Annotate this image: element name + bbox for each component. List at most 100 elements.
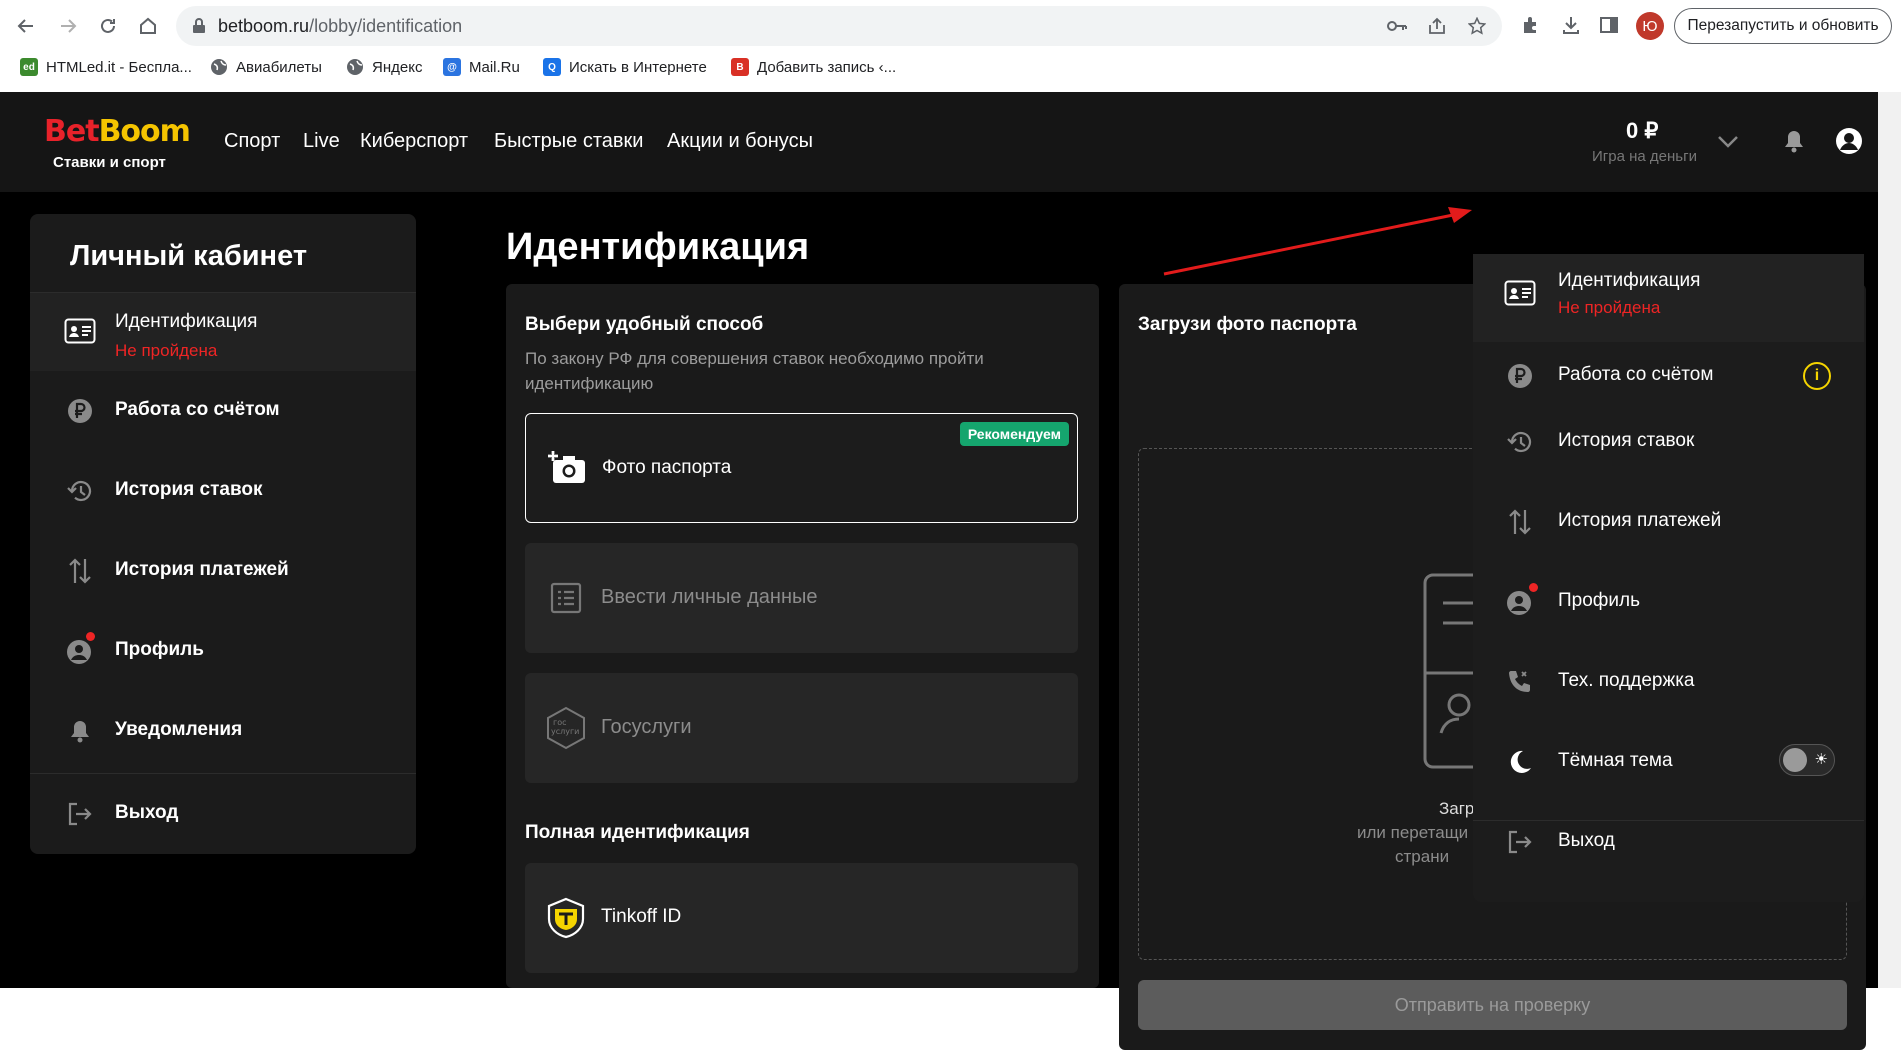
info-icon[interactable]: i [1803, 362, 1831, 390]
forward-icon[interactable] [54, 12, 82, 40]
recommended-badge: Рекомендуем [959, 422, 1069, 446]
sidebar-item-label: История ставок [115, 479, 263, 500]
lock-icon[interactable] [188, 15, 210, 37]
bookmark-htmled[interactable]: ed HTMLed.it - Беспла... [20, 58, 192, 76]
back-icon[interactable] [12, 12, 40, 40]
account-dropdown-menu: Идентификация Не пройдена Работа со счёт… [1473, 254, 1864, 902]
status-not-passed: Не пройдена [115, 341, 218, 360]
browser-profile-avatar[interactable]: Ю [1636, 12, 1664, 40]
bell-icon[interactable] [1780, 126, 1808, 156]
site-viewport: BetBoom Ставки и спорт Спорт Live Киберс… [0, 92, 1901, 1050]
download-icon[interactable] [1558, 12, 1584, 38]
dropdown-item-label: Выход [1558, 830, 1615, 851]
option-label: Tinkoff ID [601, 906, 682, 927]
bookmark-aviabilety[interactable]: Авиабилеты [210, 58, 322, 76]
balance-mode: Игра на деньги [1592, 148, 1697, 165]
sidebar-item-bet-history[interactable]: История ставок [30, 451, 416, 531]
chevron-down-icon[interactable] [1714, 128, 1742, 156]
id-card-icon [64, 315, 96, 347]
arrows-updown-icon [1503, 505, 1537, 539]
key-icon[interactable] [1386, 15, 1408, 37]
ruble-icon [1503, 359, 1537, 393]
dropdown-item-account[interactable]: Работа со счётом i [1473, 342, 1864, 422]
dropdown-item-bet-history[interactable]: История ставок [1473, 422, 1864, 502]
page-scrollbar[interactable] [1878, 92, 1901, 988]
divider [1473, 820, 1864, 821]
svg-text:услуги: услуги [551, 727, 579, 736]
sidebar-item-logout[interactable]: Выход [30, 774, 416, 854]
full-identification-title: Полная идентификация [525, 822, 750, 843]
blogger-icon: B [731, 58, 749, 76]
dropdown-item-identification[interactable]: Идентификация Не пройдена [1473, 254, 1864, 342]
arrows-updown-icon [64, 555, 96, 587]
extensions-icon[interactable] [1518, 12, 1544, 38]
bookmark-yandex[interactable]: Яндекс [346, 58, 422, 76]
share-icon[interactable] [1426, 15, 1448, 37]
form-list-icon [545, 577, 587, 619]
url-text: betboom.ru/lobby/identification [218, 16, 463, 36]
status-not-passed: Не пройдена [1558, 298, 1661, 317]
dropdown-item-label: Тёмная тема [1558, 750, 1673, 771]
history-icon [1503, 425, 1537, 459]
relaunch-button[interactable]: Перезапустить и обновить [1674, 8, 1892, 44]
sidebar-item-profile[interactable]: Профиль [30, 611, 416, 691]
sun-icon: ☀ [1814, 751, 1828, 768]
option-tinkoff-id[interactable]: Tinkoff ID [525, 863, 1078, 973]
svg-text:гос: гос [553, 718, 567, 727]
globe-icon [346, 58, 364, 76]
dropdown-item-profile[interactable]: Профиль [1473, 582, 1864, 662]
sidebar-item-notifications[interactable]: Уведомления [30, 691, 416, 771]
logout-icon [64, 798, 96, 830]
notification-dot [86, 632, 95, 641]
home-icon[interactable] [134, 12, 162, 40]
page-title: Идентификация [506, 226, 810, 268]
notification-dot [1529, 583, 1538, 592]
sidebar-item-label: Работа со счётом [115, 399, 280, 420]
dropdown-item-support[interactable]: Тех. поддержка [1473, 662, 1864, 742]
camera-add-icon [546, 446, 588, 488]
bookmark-search[interactable]: Q Искать в Интернете [543, 58, 707, 76]
sidebar-item-account[interactable]: Работа со счётом [30, 371, 416, 451]
upload-hint-line3: страни [1395, 847, 1450, 866]
option-passport-photo[interactable]: Фото паспорта Рекомендуем [525, 413, 1078, 523]
sidepanel-icon[interactable] [1596, 12, 1622, 38]
dropdown-item-label: Идентификация [1558, 270, 1701, 291]
phone-icon [1503, 665, 1537, 699]
betboom-logo[interactable]: BetBoom [44, 114, 191, 149]
moon-icon [1503, 745, 1537, 779]
nav-sport[interactable]: Спорт [224, 130, 280, 153]
balance-amount[interactable]: 0 ₽ [1626, 118, 1658, 144]
upload-hint-line1[interactable]: Загр [1439, 799, 1474, 819]
star-icon[interactable] [1466, 15, 1488, 37]
address-bar[interactable]: betboom.ru/lobby/identification [176, 6, 1502, 46]
bookmarks-bar: ed HTMLed.it - Беспла... Авиабилеты Янде… [0, 54, 1901, 84]
sidebar-item-label: Профиль [115, 639, 204, 660]
reload-icon[interactable] [94, 12, 122, 40]
dark-theme-toggle[interactable]: ☀ [1779, 744, 1835, 776]
id-card-icon [1503, 276, 1537, 310]
dropdown-item-logout[interactable]: Выход [1473, 822, 1864, 902]
bookmark-blogger[interactable]: B Добавить запись ‹... [731, 58, 896, 76]
option-gosuslugi[interactable]: гос услуги Госуслуги [525, 673, 1078, 783]
htmled-icon: ed [20, 58, 38, 76]
nav-esports[interactable]: Киберспорт [360, 130, 468, 153]
sidebar-item-payment-history[interactable]: История платежей [30, 531, 416, 611]
dropdown-item-payment-history[interactable]: История платежей [1473, 502, 1864, 582]
annotation-arrow [1163, 207, 1472, 276]
dropdown-item-dark-theme[interactable]: Тёмная тема ☀ [1473, 742, 1864, 822]
sidebar-item-identification[interactable]: Идентификация Не пройдена [30, 293, 416, 371]
methods-description: По закону РФ для совершения ставок необх… [525, 349, 984, 393]
dropdown-item-label: Тех. поддержка [1558, 670, 1695, 691]
user-account-icon[interactable] [1834, 126, 1864, 156]
methods-title: Выбери удобный способ [525, 314, 764, 335]
browser-chrome: betboom.ru/lobby/identification Ю Переза… [0, 0, 1901, 92]
nav-promotions[interactable]: Акции и бонусы [667, 130, 813, 153]
dropdown-item-label: Профиль [1558, 590, 1641, 611]
option-label: Ввести личные данные [601, 586, 818, 608]
logout-icon [1503, 825, 1537, 859]
bookmark-mailru[interactable]: @ Mail.Ru [443, 58, 520, 76]
site-header: BetBoom Ставки и спорт Спорт Live Киберс… [0, 92, 1901, 192]
nav-live[interactable]: Live [303, 130, 340, 153]
option-personal-data[interactable]: Ввести личные данные [525, 543, 1078, 653]
nav-fast-bets[interactable]: Быстрые ставки [494, 130, 643, 153]
